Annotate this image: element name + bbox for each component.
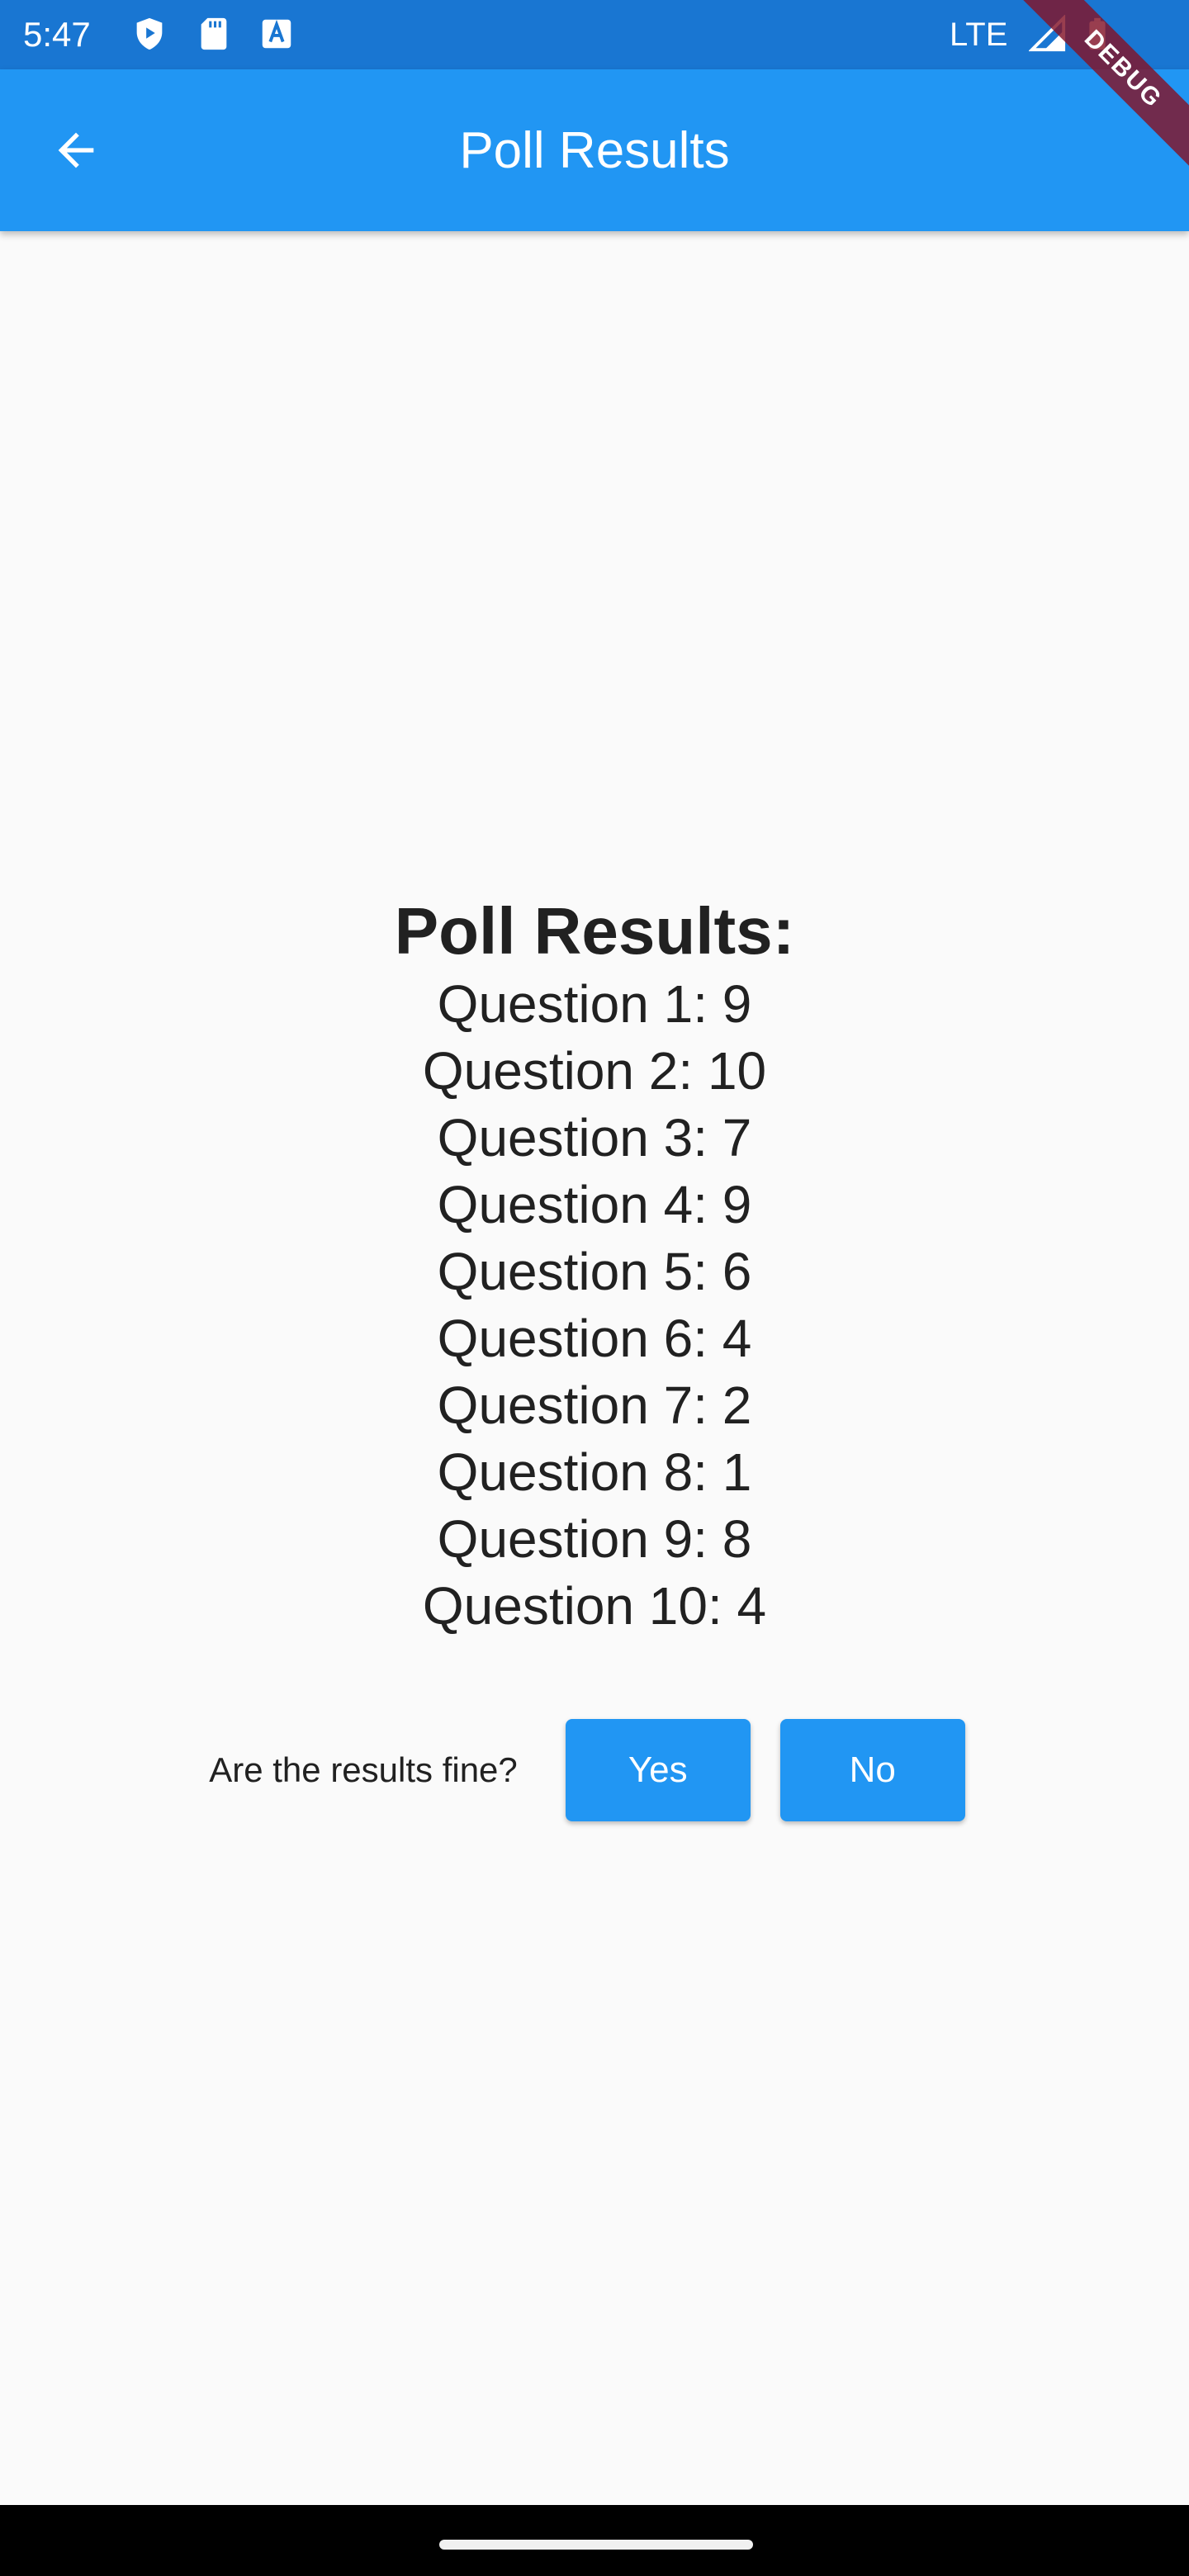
home-indicator[interactable]: [439, 2540, 753, 2550]
result-question-4: Question 4: 9: [437, 1175, 752, 1234]
app-bar: Poll Results: [0, 69, 1189, 231]
poll-results: Poll Results: Question 1: 9 Question 2: …: [0, 892, 1189, 1640]
system-nav-bar: [0, 2505, 1189, 2576]
result-question-6: Question 6: 4: [437, 1309, 752, 1368]
confirm-question: Are the results fine?: [209, 1750, 518, 1789]
result-question-9: Question 9: 8: [437, 1509, 752, 1569]
battery-icon: [1078, 15, 1116, 53]
results-heading: Poll Results:: [394, 894, 795, 968]
sd-card-icon: [195, 15, 233, 53]
yes-button[interactable]: Yes: [565, 1719, 751, 1821]
result-question-1: Question 1: 9: [437, 974, 752, 1034]
page-title: Poll Results: [459, 121, 730, 179]
result-question-8: Question 8: 1: [437, 1442, 752, 1502]
confirm-row: Are the results fine? Yes No: [0, 1719, 1189, 1821]
signal-icon: [1028, 14, 1067, 53]
result-question-10: Question 10: 4: [422, 1576, 767, 1636]
result-question-2: Question 2: 10: [422, 1041, 767, 1101]
status-time: 5:47: [23, 15, 91, 54]
result-question-5: Question 5: 6: [437, 1242, 752, 1301]
result-question-3: Question 3: 7: [437, 1108, 752, 1167]
no-button[interactable]: No: [779, 1719, 965, 1821]
network-type: LTE: [950, 17, 1008, 53]
status-bar: 5:47 LTE: [0, 0, 1189, 69]
font-a-icon: [258, 15, 296, 53]
play-protect-icon: [130, 15, 168, 53]
result-question-7: Question 7: 2: [437, 1376, 752, 1435]
